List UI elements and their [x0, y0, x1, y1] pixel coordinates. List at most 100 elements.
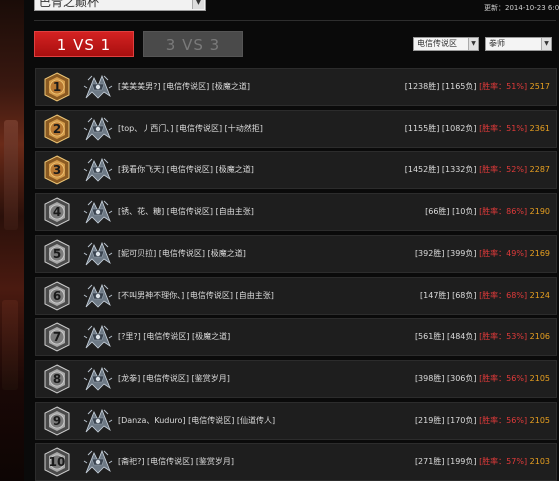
rating-score: 2103	[529, 457, 550, 467]
tab-1v1[interactable]: 1 VS 1	[34, 31, 134, 57]
player-info: [美美美男?] [电信传说区] [极魔之道]	[118, 82, 251, 91]
losses-count: [1082负]	[441, 123, 477, 133]
win-rate: [胜率：52%]	[479, 165, 528, 175]
wins-count: [66胜]	[425, 207, 450, 217]
rank-number: 10	[48, 455, 66, 470]
ranking-row[interactable]: 3 [我看你飞天] [电信传说区] [极魔之道] [1452胜] [1332负]…	[35, 151, 557, 190]
rank-number: 3	[52, 163, 62, 178]
player-stats: [271胜] [199负] [胜率：57%] 2103	[415, 444, 550, 480]
class-emblem-icon	[82, 197, 114, 227]
player-info: [Danza、Kuduro] [电信传说区] [仙道传人]	[118, 415, 276, 425]
class-filter-value: 拳师	[489, 39, 505, 48]
losses-count: [399负]	[447, 248, 477, 258]
losses-count: [10负]	[452, 207, 477, 217]
rating-score: 2361	[529, 123, 550, 133]
rank-number: 8	[52, 371, 62, 386]
rank-badge-icon: 1	[42, 72, 72, 102]
losses-count: [306负]	[447, 373, 477, 383]
rating-score: 2287	[529, 165, 550, 175]
losses-count: [68负]	[452, 290, 477, 300]
rank-badge-icon: 6	[42, 280, 72, 311]
header-divider	[34, 20, 556, 21]
class-emblem-icon	[82, 239, 114, 269]
wins-count: [1452胜]	[404, 165, 440, 175]
wins-count: [271胜]	[414, 457, 445, 467]
rank-badge-icon: 8	[42, 364, 72, 394]
wins-count: [392胜]	[414, 248, 445, 258]
chevron-down-icon: ▼	[468, 38, 478, 50]
ranking-row[interactable]: 4 [锈、花、糖] [电信传说区] [自由主张] [66胜] [10负] [胜率…	[35, 193, 557, 232]
tournament-select[interactable]: 巴青之巅杯 ▼	[34, 0, 206, 11]
ranking-row[interactable]: 2 [top、丿西门、] [电信传说区] [十动然拒] [1155胜] [108…	[35, 109, 557, 148]
ranking-row[interactable]: 5 [妮可贝拉] [电信传说区] [极魔之道] [392胜] [399负] [胜…	[35, 234, 557, 273]
rank-number: 1	[52, 80, 62, 94]
rating-score: 2124	[529, 290, 550, 300]
player-stats: [147胜] [68负] [胜率：68%] 2124	[420, 278, 550, 314]
ranking-row[interactable]: 1 [美美美男?] [电信传说区] [极魔之道] [1238胜] [1165负]…	[35, 68, 557, 106]
player-info: [斋祀?] [电信传说区] [鉴赏岁月]	[118, 457, 235, 467]
player-info: [锈、花、糖] [电信传说区] [自由主张]	[118, 207, 254, 217]
rating-score: 2169	[529, 248, 550, 258]
server-filter-value: 电信传说区	[417, 39, 457, 48]
win-rate: [胜率：68%]	[479, 290, 528, 300]
rating-score: 2517	[529, 82, 550, 91]
player-stats: [1155胜] [1082负] [胜率：51%] 2361	[405, 111, 550, 147]
rating-score: 2106	[529, 332, 550, 342]
rank-number: 7	[52, 330, 62, 345]
rank-badge-icon: 3	[42, 155, 72, 185]
win-rate: [胜率：56%]	[479, 373, 528, 383]
player-info: [不叫男神不理你、] [电信传说区] [自由主张]	[118, 290, 274, 300]
wins-count: [398胜]	[414, 373, 445, 383]
losses-count: [1165负]	[441, 82, 477, 91]
player-stats: [1452胜] [1332负] [胜率：52%] 2287	[405, 152, 550, 188]
rating-score: 2105	[529, 373, 550, 383]
rank-number: 9	[52, 413, 62, 428]
player-info: [我看你飞天] [电信传说区] [极魔之道]	[118, 165, 254, 175]
class-emblem-icon	[82, 322, 114, 352]
rank-number: 4	[52, 205, 62, 220]
rank-number: 2	[52, 121, 62, 136]
win-rate: [胜率：51%]	[479, 123, 528, 133]
rank-badge-icon: 2	[42, 114, 72, 144]
win-rate: [胜率：53%]	[479, 332, 528, 342]
losses-count: [484负]	[447, 332, 477, 342]
class-emblem-icon	[82, 72, 114, 102]
wins-count: [1238胜]	[404, 82, 440, 91]
player-stats: [392胜] [399负] [胜率：49%] 2169	[415, 236, 550, 272]
ranking-row[interactable]: 10 [斋祀?] [电信传说区] [鉴赏岁月] [271胜] [199负] [胜…	[35, 443, 557, 481]
rank-badge-icon: 5	[42, 239, 72, 269]
losses-count: [1332负]	[441, 165, 477, 175]
player-stats: [561胜] [484负] [胜率：53%] 2106	[415, 319, 550, 355]
tournament-select-value: 巴青之巅杯	[39, 0, 100, 9]
character-artwork	[0, 0, 24, 481]
wins-count: [561胜]	[414, 332, 445, 342]
rank-badge-icon: 4	[42, 197, 72, 227]
chevron-down-icon: ▼	[541, 38, 551, 50]
win-rate: [胜率：57%]	[479, 457, 528, 467]
win-rate: [胜率：49%]	[479, 248, 528, 258]
wins-count: [1155胜]	[404, 123, 440, 133]
ranking-row[interactable]: 8 [龙拳] [电信传说区] [鉴赏岁月] [398胜] [306负] [胜率：…	[35, 359, 557, 398]
player-info: [妮可贝拉] [电信传说区] [极魔之道]	[118, 248, 246, 258]
player-info: [龙拳] [电信传说区] [鉴赏岁月]	[118, 373, 230, 383]
win-rate: [胜率：86%]	[479, 207, 528, 217]
class-emblem-icon	[82, 406, 114, 436]
class-filter-select[interactable]: 拳师 ▼	[485, 37, 552, 51]
wins-count: [147胜]	[420, 290, 450, 300]
player-stats: [398胜] [306负] [胜率：56%] 2105	[415, 361, 550, 397]
player-stats: [1238胜] [1165负] [胜率：51%] 2517	[405, 69, 550, 105]
update-timestamp: 更新：2014-10-23 6:00	[484, 4, 559, 12]
player-info: [top、丿西门、] [电信传说区] [十动然拒]	[118, 123, 263, 133]
player-stats: [66胜] [10负] [胜率：86%] 2190	[425, 194, 550, 230]
win-rate: [胜率：51%]	[479, 82, 528, 91]
rank-number: 5	[52, 246, 62, 261]
class-emblem-icon	[82, 155, 114, 185]
ranking-row[interactable]: 6 [不叫男神不理你、] [电信传说区] [自由主张] [147胜] [68负]…	[35, 276, 557, 315]
ranking-row[interactable]: 7 [?里?] [电信传说区] [极魔之道] [561胜] [484负] [胜率…	[35, 318, 557, 357]
server-filter-select[interactable]: 电信传说区 ▼	[413, 37, 479, 51]
tab-3v3[interactable]: 3 VS 3	[143, 31, 243, 57]
class-emblem-icon	[82, 447, 114, 477]
class-emblem-icon	[82, 114, 114, 144]
artwork-shadow	[2, 300, 18, 390]
ranking-row[interactable]: 9 [Danza、Kuduro] [电信传说区] [仙道传人] [219胜] […	[35, 401, 557, 440]
